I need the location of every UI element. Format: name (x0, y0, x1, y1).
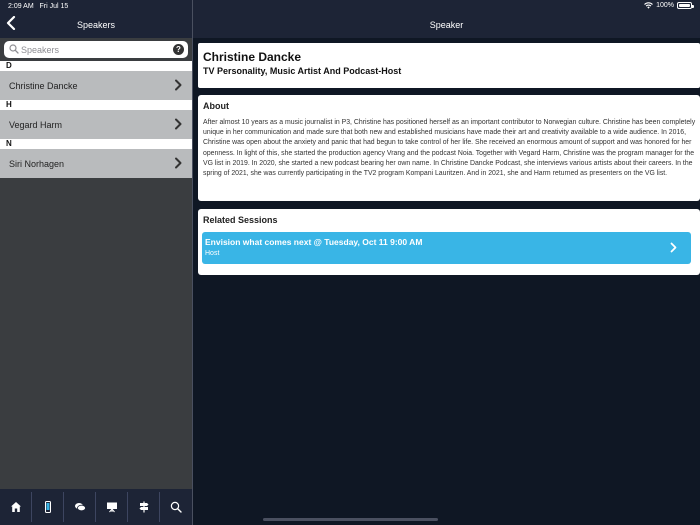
tab-presentation[interactable] (96, 492, 128, 522)
left-title: Speakers (76, 20, 116, 30)
tab-bar (0, 489, 192, 525)
battery-icon (677, 2, 694, 9)
right-title: Speaker (429, 20, 464, 30)
sessions-heading: Related Sessions (203, 215, 278, 225)
search-bar[interactable]: ? (4, 41, 188, 58)
section-header-h: H (0, 100, 192, 110)
chat-icon (74, 503, 86, 512)
status-date: Fri Jul 15 (39, 3, 69, 10)
presentation-icon (106, 502, 117, 513)
status-bar: 2:09 AM Fri Jul 15 100% (0, 0, 700, 14)
search-icon (170, 501, 182, 513)
tab-chat[interactable] (64, 492, 96, 522)
related-sessions-card: Related Sessions Envision what comes nex… (198, 209, 700, 275)
home-indicator[interactable] (263, 518, 438, 521)
session-role: Host (205, 250, 220, 257)
tab-home[interactable] (0, 492, 32, 522)
chevron-right-icon (175, 118, 182, 130)
wifi-icon (644, 2, 653, 9)
status-time: 2:09 AM Fri Jul 15 (8, 3, 69, 10)
about-heading: About (203, 101, 229, 111)
tab-search[interactable] (160, 492, 192, 522)
section-header-n: N (0, 139, 192, 149)
speaker-detail-panel: Speaker Christine Dancke TV Personality,… (193, 0, 700, 525)
tab-phone[interactable] (32, 492, 64, 522)
speakers-list-panel: Speakers ? D Christine Dancke H Vegard H… (0, 0, 192, 525)
battery-percent: 100% (656, 2, 674, 9)
chevron-right-icon (175, 157, 182, 169)
home-icon (10, 502, 21, 512)
status-indicators: 100% (644, 2, 694, 9)
section-header-d: D (0, 61, 192, 71)
search-input[interactable] (21, 43, 166, 56)
speaker-row-vegard-harm[interactable]: Vegard Harm (0, 110, 192, 139)
speaker-name: Christine Dancke (9, 81, 78, 91)
session-item[interactable]: Envision what comes next @ Tuesday, Oct … (202, 232, 691, 264)
speaker-fullname: Christine Dancke (203, 50, 302, 64)
speaker-name: Siri Norhagen (9, 159, 65, 169)
help-icon[interactable]: ? (173, 44, 184, 55)
phone-icon (44, 501, 51, 513)
speaker-row-siri-norhagen[interactable]: Siri Norhagen (0, 149, 192, 178)
speaker-name: Vegard Harm (9, 120, 63, 130)
search-icon (9, 44, 19, 54)
speaker-row-christine-dancke[interactable]: Christine Dancke (0, 71, 192, 100)
chevron-right-icon (670, 242, 677, 253)
about-text: After almost 10 years as a music journal… (203, 119, 696, 178)
about-card: About After almost 10 years as a music j… (198, 95, 700, 201)
speaker-name-card: Christine Dancke TV Personality, Music A… (198, 43, 700, 88)
chevron-right-icon (175, 79, 182, 91)
signpost-icon (139, 501, 148, 513)
tab-map[interactable] (128, 492, 160, 522)
speaker-job-title: TV Personality, Music Artist And Podcast… (203, 66, 402, 76)
session-title: Envision what comes next @ Tuesday, Oct … (205, 237, 423, 247)
